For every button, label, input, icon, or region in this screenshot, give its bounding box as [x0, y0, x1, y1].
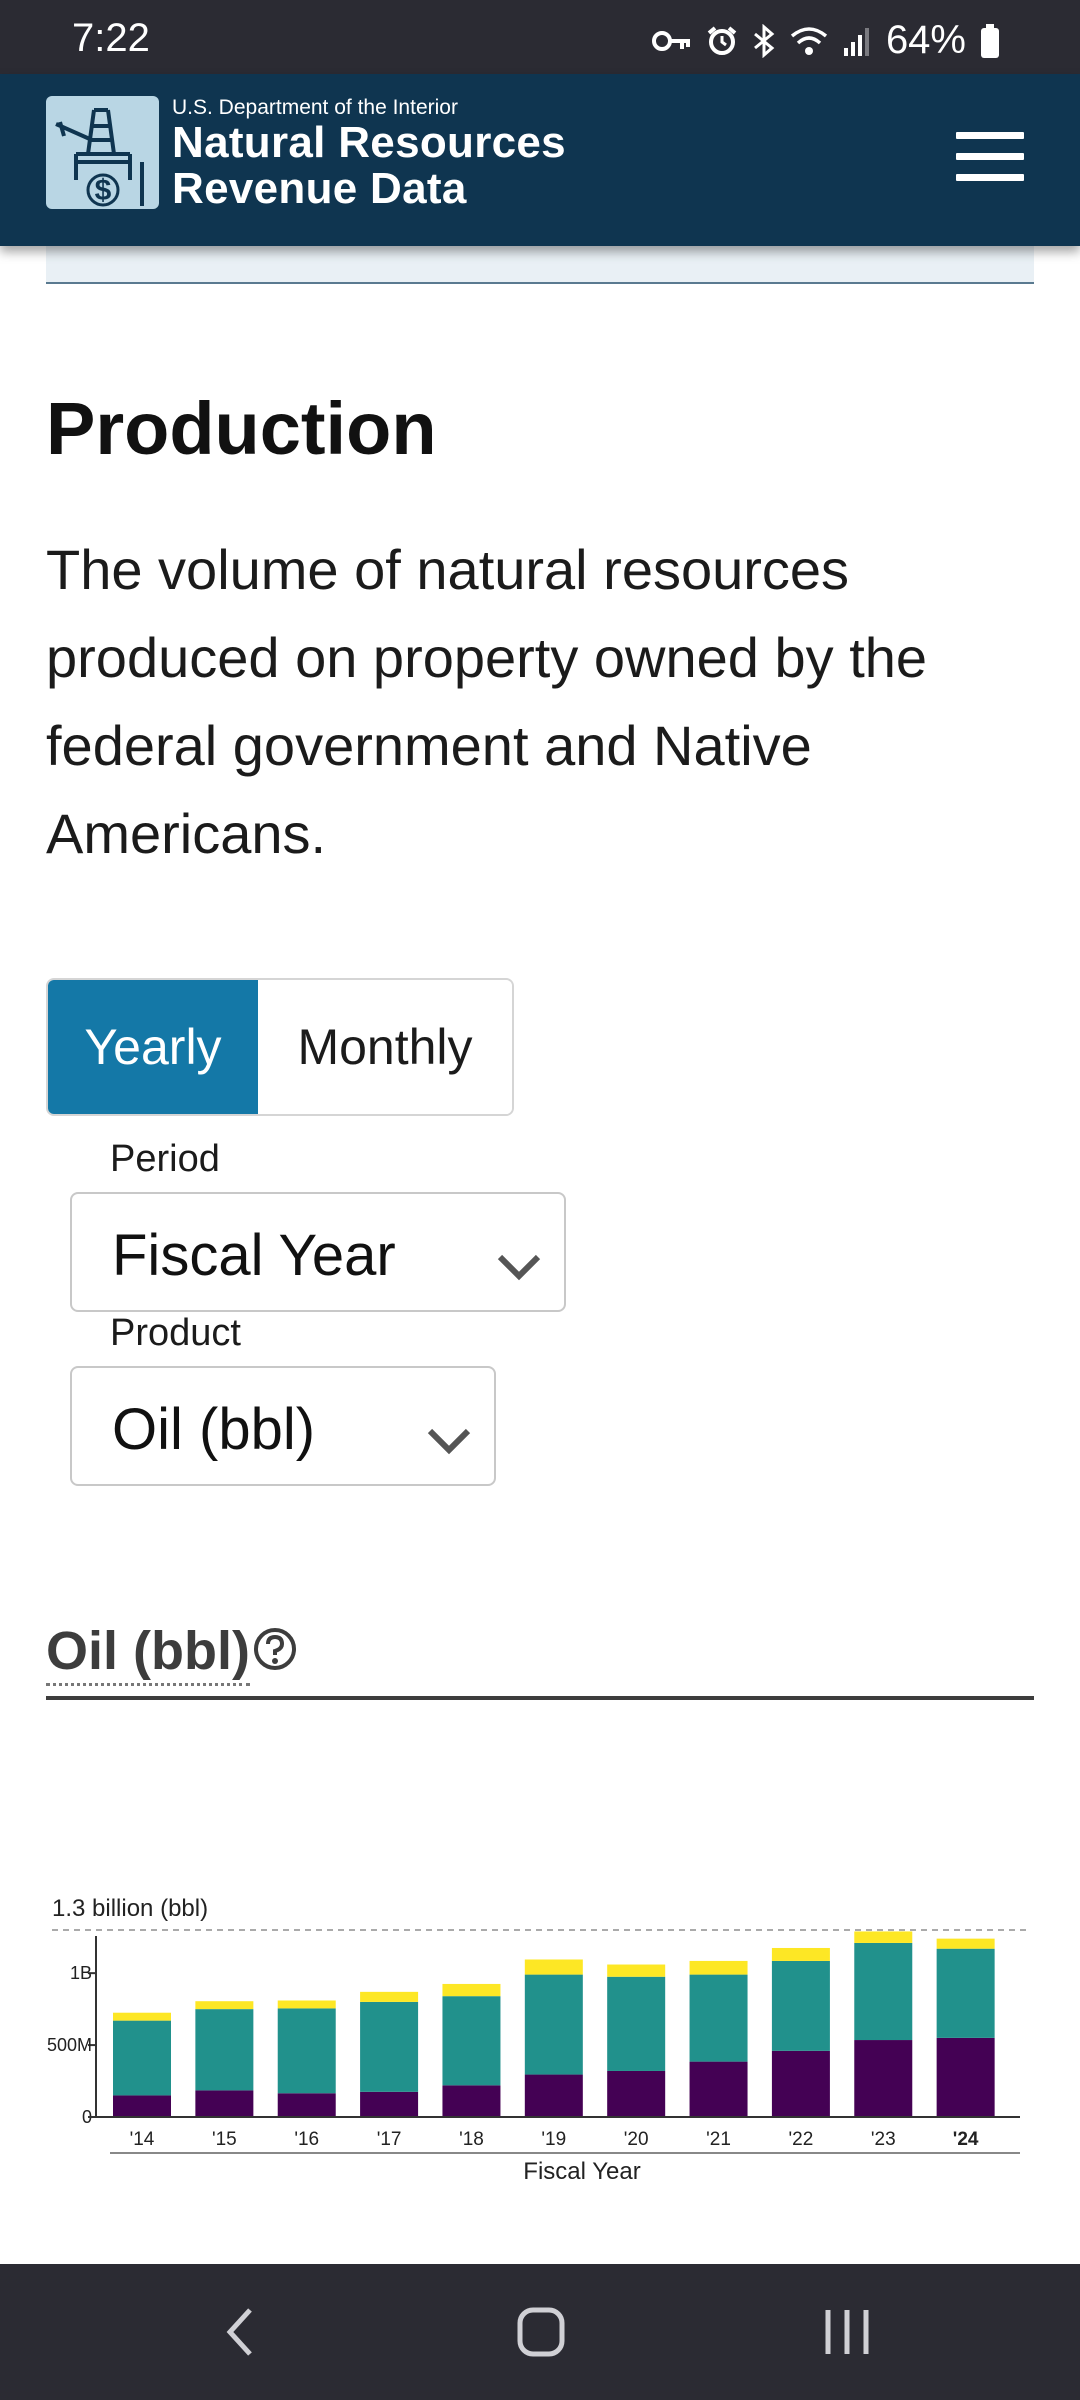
x-tick-label: '22 [789, 2129, 814, 2150]
bar-segment [524, 1959, 583, 1975]
bar-segment [524, 1974, 583, 2075]
bar-segment [360, 2001, 419, 2092]
bluetooth-icon [753, 23, 775, 58]
department-label: U.S. Department of the Interior [172, 96, 458, 119]
bar-segment [360, 2091, 419, 2117]
x-tick-label: '16 [294, 2129, 319, 2150]
yearly-toggle-button[interactable]: Yearly [48, 980, 258, 1114]
x-tick-label: '23 [871, 2129, 896, 2150]
hamburger-menu-icon[interactable] [956, 132, 1024, 182]
bar-segment [936, 1938, 995, 1949]
battery-icon [981, 23, 999, 58]
battery-percent: 64% [885, 18, 966, 62]
status-icons: 64% [651, 18, 1000, 63]
back-icon[interactable] [220, 2304, 260, 2360]
bar-segment [195, 2009, 254, 2091]
bar-segment [442, 1983, 501, 1997]
period-select[interactable]: Fiscal Year [70, 1192, 566, 1312]
x-tick-label: '20 [624, 2129, 649, 2150]
bar-segment [524, 2074, 583, 2117]
bar-segment [689, 1974, 748, 2062]
bar-segment [442, 1996, 501, 2086]
bar-segment [689, 2061, 748, 2117]
x-tick-label: '14 [130, 2129, 155, 2150]
site-title[interactable]: Natural Resources Revenue Data [172, 120, 566, 212]
bar-segment [936, 1948, 995, 2038]
site-title-line2: Revenue Data [172, 164, 467, 213]
header-sub-strip [46, 246, 1034, 284]
y-tick-label: 500M [47, 2035, 92, 2055]
site-title-line1: Natural Resources [172, 118, 566, 167]
x-tick-label: '19 [541, 2129, 566, 2150]
bar-segment [113, 2095, 171, 2117]
bar-segment [936, 2037, 995, 2117]
chevron-down-icon [497, 1254, 541, 1281]
bar-segment [854, 1931, 913, 1943]
bar-segment [689, 1960, 748, 1975]
x-tick-label: '17 [377, 2129, 402, 2150]
bar-segment [854, 1942, 913, 2041]
page-description: The volume of natural resources produced… [46, 538, 928, 865]
chart-heading-text: Oil (bbl) [46, 1621, 250, 1686]
vpn-key-icon [651, 30, 690, 51]
page-title: Production [46, 387, 437, 470]
bar-segment [607, 1964, 666, 1977]
product-select[interactable]: Oil (bbl) [70, 1366, 496, 1486]
bar-segment [195, 2090, 254, 2117]
bar-segment [771, 1960, 830, 2051]
bar-segment [771, 1947, 830, 1961]
recent-apps-icon[interactable] [822, 2304, 872, 2360]
product-label: Product [110, 1312, 241, 1354]
monthly-toggle-button[interactable]: Monthly [258, 980, 512, 1114]
period-label: Period [110, 1138, 220, 1180]
x-axis-label: Fiscal Year [523, 2158, 640, 2180]
wifi-icon [790, 26, 828, 55]
signal-icon [843, 27, 869, 56]
bar-segment [195, 2001, 254, 2010]
x-tick-label: '21 [706, 2129, 731, 2150]
chart-max-label: 1.3 billion (bbl) [52, 1895, 208, 1922]
site-header: $ U.S. Department of the Interior Natura… [0, 74, 1080, 246]
x-tick-label: '15 [212, 2129, 237, 2150]
chart-heading-rule [46, 1696, 1034, 1700]
product-select-value: Oil (bbl) [112, 1397, 316, 1462]
bar-segment [442, 2085, 501, 2117]
chevron-down-icon [427, 1428, 471, 1455]
bar-segment [277, 2000, 336, 2009]
bar-segment [113, 2012, 171, 2021]
site-logo[interactable]: $ [46, 96, 159, 209]
help-icon[interactable] [252, 1626, 298, 1672]
frequency-toggle: Yearly Monthly [46, 978, 514, 1116]
x-tick-label: '18 [459, 2129, 484, 2150]
status-time: 7:22 [72, 16, 150, 60]
system-nav-bar [0, 2264, 1080, 2400]
x-tick-label: '24 [953, 2129, 979, 2150]
bar-segment [113, 2020, 171, 2096]
bar-segment [607, 2070, 666, 2117]
period-select-value: Fiscal Year [112, 1223, 396, 1288]
oil-rig-icon: $ [55, 108, 144, 207]
alarm-icon [707, 25, 737, 55]
bar-segment [854, 2040, 913, 2117]
home-icon[interactable] [516, 2304, 566, 2360]
y-tick-label: 1B [70, 1963, 92, 1983]
chart-heading: Oil (bbl) [46, 1620, 298, 1686]
bar-segment [771, 2050, 830, 2117]
bar-segment [607, 1976, 666, 2071]
bar-segment [360, 1991, 419, 2002]
production-bar-chart: 1.3 billion (bbl)0500M1B'14'15'16'17'18 '… [47, 1895, 1028, 2180]
bar-segment [277, 2008, 336, 2094]
status-bar: 7:22 64% [0, 0, 1080, 74]
bar-segment [277, 2093, 336, 2117]
